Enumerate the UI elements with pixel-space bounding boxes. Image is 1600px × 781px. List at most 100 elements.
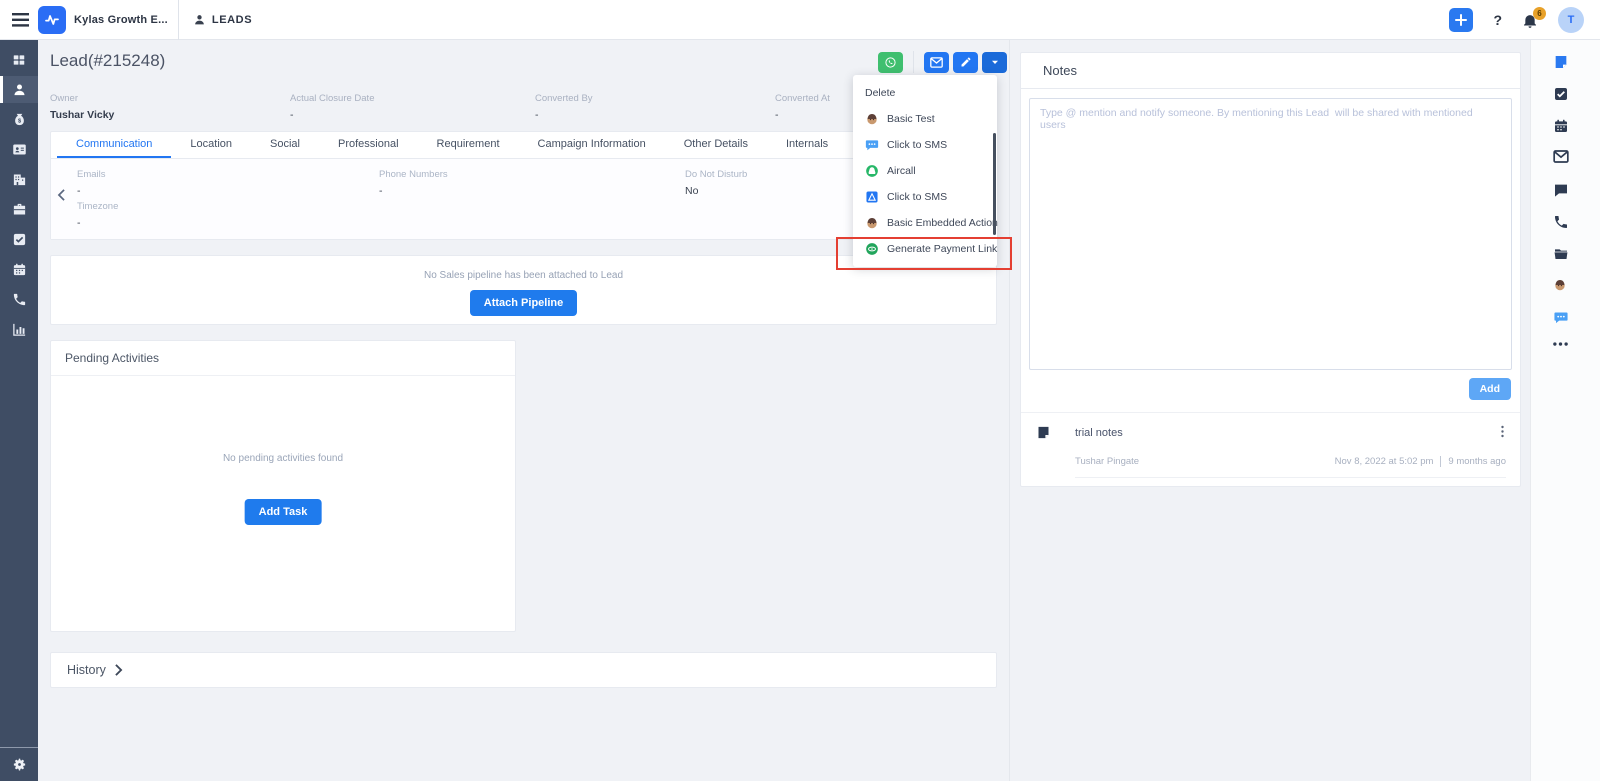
menu-item-basic-embedded-action[interactable]: Basic Embedded Action bbox=[853, 210, 997, 236]
menu-scrollbar[interactable] bbox=[993, 133, 996, 235]
sidebar-item-products[interactable] bbox=[0, 196, 38, 223]
tab-professional[interactable]: Professional bbox=[319, 132, 418, 158]
edit-button[interactable] bbox=[953, 52, 978, 73]
tab-internals[interactable]: Internals bbox=[767, 132, 847, 158]
email-button[interactable] bbox=[924, 52, 949, 73]
right-sidebar bbox=[1530, 40, 1600, 781]
field-label: Timezone bbox=[77, 201, 118, 212]
hamburger-menu-icon[interactable] bbox=[12, 13, 29, 27]
folder-icon bbox=[1553, 246, 1569, 262]
gear-icon bbox=[12, 757, 27, 772]
menu-item-delete[interactable]: Delete bbox=[853, 80, 997, 106]
collapse-panel-button[interactable] bbox=[57, 189, 66, 201]
menu-item-label: Generate Payment Link bbox=[887, 243, 997, 255]
sidebar-item-contacts[interactable] bbox=[0, 136, 38, 163]
note-input[interactable] bbox=[1029, 98, 1512, 370]
field-label: Emails bbox=[77, 169, 106, 180]
page-title: Lead(#215248) bbox=[50, 51, 165, 71]
sidebar-item-companies[interactable] bbox=[0, 166, 38, 193]
field-emails: Emails - bbox=[77, 169, 106, 197]
tab-communication[interactable]: Communication bbox=[57, 132, 171, 158]
chevron-right-icon bbox=[114, 664, 123, 676]
sidebar-item-dashboard[interactable] bbox=[0, 46, 38, 73]
sidebar-item-deals[interactable]: $ bbox=[0, 106, 38, 133]
chevron-left-icon bbox=[57, 189, 66, 201]
help-button[interactable]: ? bbox=[1493, 12, 1502, 28]
rail-email-button[interactable] bbox=[1553, 150, 1570, 167]
building-icon bbox=[12, 172, 27, 187]
person-icon bbox=[193, 13, 206, 26]
notifications-button[interactable]: 6 bbox=[1522, 12, 1538, 29]
sidebar-item-settings[interactable] bbox=[0, 747, 38, 781]
field-value: - bbox=[77, 217, 118, 229]
sidebar-item-reports[interactable] bbox=[0, 316, 38, 343]
pencil-icon bbox=[960, 56, 972, 68]
rail-notes-button[interactable] bbox=[1553, 54, 1570, 71]
kylas-logo[interactable] bbox=[38, 6, 66, 34]
field-value: - bbox=[77, 185, 106, 197]
note-meta: Tushar Pingate Nov 8, 2022 at 5:02 pm 9 … bbox=[1075, 456, 1506, 478]
chart-icon bbox=[12, 322, 27, 337]
menu-item-basic-test[interactable]: Basic Test bbox=[853, 106, 997, 132]
nav-leads[interactable]: LEADS bbox=[193, 13, 252, 26]
rail-meetings-button[interactable] bbox=[1553, 118, 1570, 135]
sms-square-icon bbox=[865, 190, 879, 204]
rail-basic-test-button[interactable] bbox=[1553, 278, 1570, 295]
sidebar-item-leads[interactable] bbox=[0, 76, 38, 103]
note-options-button[interactable] bbox=[1501, 425, 1504, 438]
field-label: Owner bbox=[50, 93, 114, 104]
field-value: - bbox=[290, 109, 374, 121]
pending-activities-empty-text: No pending activities found bbox=[51, 453, 515, 464]
sidebar-item-calls[interactable] bbox=[0, 286, 38, 313]
tab-requirement[interactable]: Requirement bbox=[418, 132, 519, 158]
note-list-item: trial notes Tushar Pingate Nov 8, 2022 a… bbox=[1021, 412, 1520, 478]
field-value: - bbox=[535, 109, 593, 121]
field-value: Tushar Vicky bbox=[50, 109, 114, 121]
menu-item-click-to-sms-2[interactable]: Click to SMS bbox=[853, 184, 997, 210]
menu-item-generate-payment-link[interactable]: Generate Payment Link bbox=[853, 236, 997, 262]
field-value: - bbox=[775, 109, 830, 121]
nav-leads-label: LEADS bbox=[212, 14, 252, 26]
rail-tasks-button[interactable] bbox=[1553, 86, 1570, 103]
whatsapp-button[interactable] bbox=[878, 52, 903, 73]
tab-other-details[interactable]: Other Details bbox=[665, 132, 767, 158]
tab-location[interactable]: Location bbox=[171, 132, 251, 158]
notes-title: Notes bbox=[1021, 53, 1520, 89]
quick-add-button[interactable] bbox=[1449, 8, 1473, 32]
field-value: No bbox=[685, 185, 747, 197]
rail-chat-button[interactable] bbox=[1553, 182, 1570, 199]
field-label: Actual Closure Date bbox=[290, 93, 374, 104]
notes-add-row: Add bbox=[1021, 370, 1520, 400]
sms-bubble-icon bbox=[865, 138, 879, 152]
more-actions-menu: Delete Basic Test Click to SMS Aircall C… bbox=[853, 75, 997, 267]
phone-icon bbox=[12, 292, 27, 307]
add-task-button[interactable]: Add Task bbox=[245, 499, 322, 525]
field-label: Converted By bbox=[535, 93, 593, 104]
menu-item-click-to-sms[interactable]: Click to SMS bbox=[853, 132, 997, 158]
phone-icon bbox=[1553, 214, 1569, 230]
note-row: trial notes bbox=[1036, 425, 1506, 440]
rail-sms-button[interactable] bbox=[1553, 310, 1570, 327]
note-relative-time: 9 months ago bbox=[1440, 456, 1506, 467]
menu-item-label: Basic Embedded Action bbox=[887, 217, 998, 229]
tab-campaign-information[interactable]: Campaign Information bbox=[519, 132, 665, 158]
kebab-menu-icon bbox=[1501, 425, 1504, 438]
field-timezone: Timezone - bbox=[77, 201, 118, 229]
menu-item-aircall[interactable]: Aircall bbox=[853, 158, 997, 184]
pending-activities-title: Pending Activities bbox=[51, 341, 515, 376]
money-bag-icon: $ bbox=[12, 112, 27, 127]
sidebar-item-tasks[interactable] bbox=[0, 226, 38, 253]
rail-more-button[interactable] bbox=[1553, 342, 1570, 359]
note-author: Tushar Pingate bbox=[1075, 456, 1139, 467]
rail-documents-button[interactable] bbox=[1553, 246, 1570, 263]
tab-social[interactable]: Social bbox=[251, 132, 319, 158]
history-card[interactable]: History bbox=[50, 652, 997, 688]
field-label: Converted At bbox=[775, 93, 830, 104]
add-note-button[interactable]: Add bbox=[1469, 378, 1511, 400]
notification-badge: 6 bbox=[1533, 7, 1546, 20]
sidebar-item-meetings[interactable] bbox=[0, 256, 38, 283]
more-actions-dropdown-button[interactable] bbox=[982, 52, 1007, 73]
user-avatar[interactable]: T bbox=[1558, 7, 1584, 33]
attach-pipeline-button[interactable]: Attach Pipeline bbox=[470, 290, 577, 316]
rail-calls-button[interactable] bbox=[1553, 214, 1570, 231]
